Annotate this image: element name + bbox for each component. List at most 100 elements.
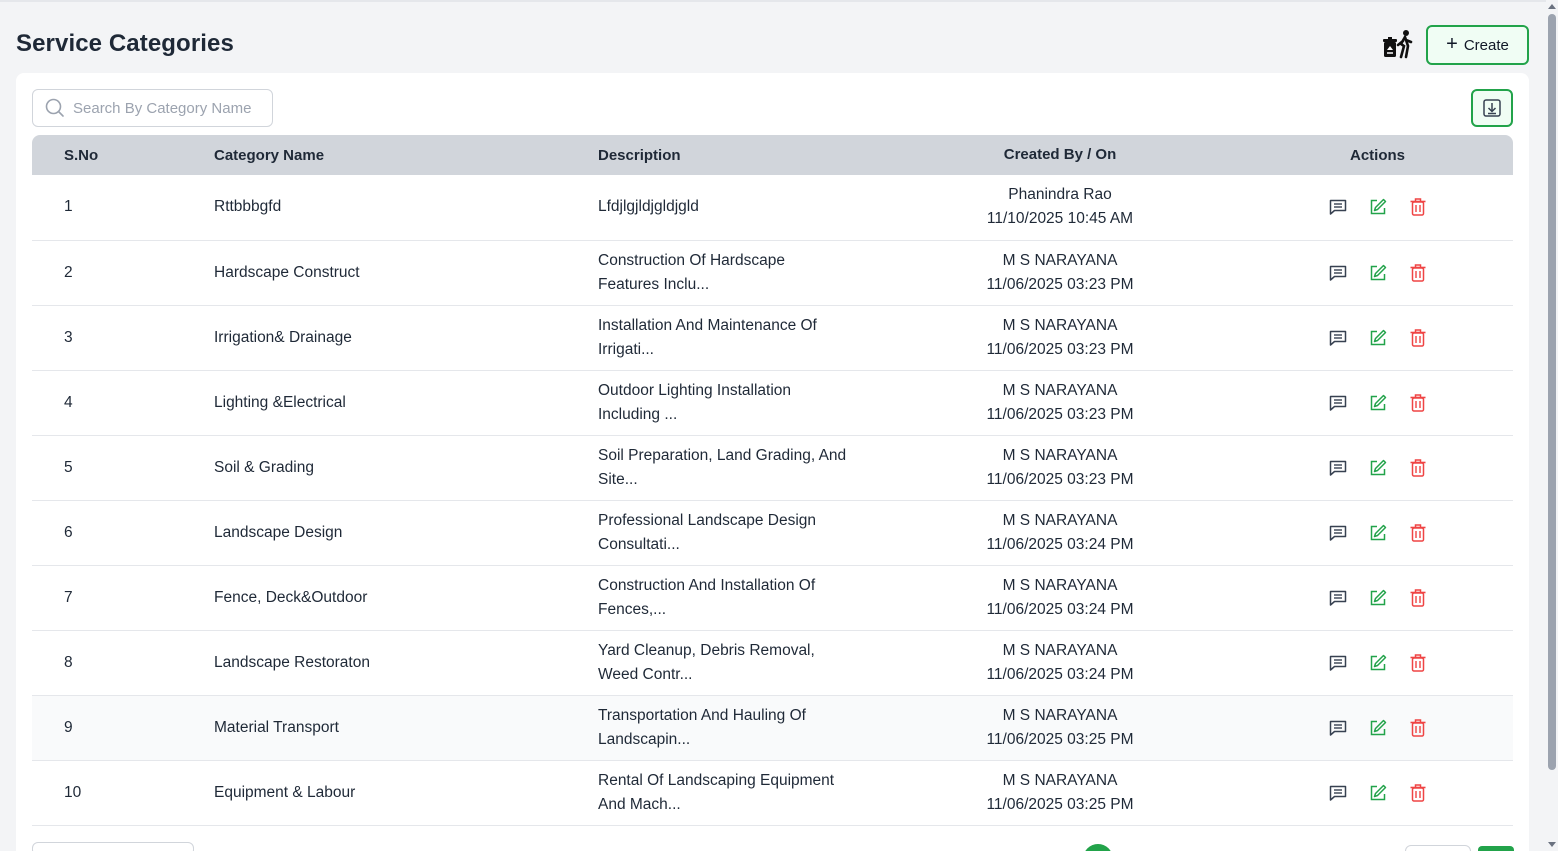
page-size-select[interactable] bbox=[32, 842, 194, 851]
comment-icon[interactable] bbox=[1327, 522, 1349, 544]
cell-actions bbox=[1242, 565, 1513, 630]
comment-icon[interactable] bbox=[1327, 717, 1349, 739]
created-by: M S NARAYANA bbox=[1002, 446, 1118, 464]
created-by: M S NARAYANA bbox=[1002, 381, 1118, 399]
created-on: 11/06/2025 03:25 PM bbox=[986, 795, 1134, 813]
recycle-bin-button[interactable] bbox=[1378, 28, 1418, 62]
delete-icon[interactable] bbox=[1407, 392, 1429, 414]
scroll-up-arrow-icon[interactable] bbox=[1548, 4, 1556, 9]
header-description: Description bbox=[598, 146, 681, 164]
create-button[interactable]: + Create bbox=[1426, 25, 1529, 65]
cell-sno: 10 bbox=[64, 783, 82, 801]
cell-category-name: Landscape Design bbox=[214, 523, 343, 541]
comment-icon[interactable] bbox=[1327, 327, 1349, 349]
cell-category-name: Fence, Deck&Outdoor bbox=[214, 588, 368, 606]
page-title: Service Categories bbox=[16, 30, 234, 57]
cell-actions bbox=[1242, 435, 1513, 500]
cell-sno: 3 bbox=[64, 328, 73, 346]
search-icon bbox=[45, 98, 64, 117]
cell-description: Construction And Installation Of Fences,… bbox=[598, 576, 816, 618]
delete-icon[interactable] bbox=[1407, 457, 1429, 479]
create-button-label: Create bbox=[1463, 36, 1509, 54]
edit-icon[interactable] bbox=[1367, 782, 1389, 804]
delete-icon[interactable] bbox=[1407, 652, 1429, 674]
cell-sno: 2 bbox=[64, 263, 73, 281]
created-on: 11/06/2025 03:23 PM bbox=[986, 405, 1134, 423]
cell-description: Soil Preparation, Land Grading, And Site… bbox=[598, 446, 847, 488]
edit-icon[interactable] bbox=[1367, 392, 1389, 414]
scrollbar-thumb[interactable] bbox=[1548, 14, 1556, 770]
cell-created: M S NARAYANA 11/06/2025 03:24 PM bbox=[878, 500, 1242, 565]
edit-icon[interactable] bbox=[1367, 587, 1389, 609]
cell-description: Rental Of Landscaping Equipment And Mach… bbox=[598, 771, 835, 813]
vertical-scrollbar[interactable] bbox=[1546, 0, 1558, 851]
table-row: 10 Equipment & Labour Rental Of Landscapin… bbox=[32, 760, 1513, 825]
header-actions: Actions bbox=[1349, 146, 1405, 164]
table-row: 8 Landscape Restoraton Yard Cleanup, Debri… bbox=[32, 630, 1513, 695]
categories-table: S.No Category Name Description Created B… bbox=[32, 135, 1513, 826]
table-row: 9 Material Transport Transportation And Ha… bbox=[32, 695, 1513, 760]
created-on: 11/06/2025 03:23 PM bbox=[986, 470, 1134, 488]
cell-actions bbox=[1242, 630, 1513, 695]
cell-created: M S NARAYANA 11/06/2025 03:23 PM bbox=[878, 240, 1242, 305]
comment-icon[interactable] bbox=[1327, 196, 1349, 218]
table-header-row: S.No Category Name Description Created B… bbox=[32, 135, 1513, 175]
cell-sno: 8 bbox=[64, 653, 73, 671]
cell-created: M S NARAYANA 11/06/2025 03:25 PM bbox=[878, 760, 1242, 825]
edit-icon[interactable] bbox=[1367, 457, 1389, 479]
cell-actions bbox=[1242, 240, 1513, 305]
cell-actions bbox=[1242, 175, 1513, 240]
cell-actions bbox=[1242, 500, 1513, 565]
scroll-down-arrow-icon[interactable] bbox=[1548, 842, 1556, 847]
cell-category-name: Landscape Restoraton bbox=[214, 653, 370, 671]
cell-description: Installation And Maintenance Of Irrigati… bbox=[598, 316, 817, 358]
cell-sno: 4 bbox=[64, 393, 73, 411]
edit-icon[interactable] bbox=[1367, 196, 1389, 218]
delete-icon[interactable] bbox=[1407, 262, 1429, 284]
pagination-control[interactable] bbox=[1405, 845, 1471, 851]
table-row: 5 Soil & Grading Soil Preparation, Land Gr… bbox=[32, 435, 1513, 500]
search-input[interactable] bbox=[73, 99, 263, 117]
edit-icon[interactable] bbox=[1367, 652, 1389, 674]
cell-sno: 1 bbox=[64, 198, 73, 216]
created-on: 11/06/2025 03:24 PM bbox=[986, 535, 1134, 553]
edit-icon[interactable] bbox=[1367, 522, 1389, 544]
comment-icon[interactable] bbox=[1327, 587, 1349, 609]
edit-icon[interactable] bbox=[1367, 262, 1389, 284]
cell-created: M S NARAYANA 11/06/2025 03:24 PM bbox=[878, 565, 1242, 630]
download-button[interactable] bbox=[1471, 89, 1513, 127]
table-row: 7 Fence, Deck&Outdoor Construction And Ins… bbox=[32, 565, 1513, 630]
comment-icon[interactable] bbox=[1327, 652, 1349, 674]
cell-description: Construction Of Hardscape Features Inclu… bbox=[598, 251, 785, 293]
cell-actions bbox=[1242, 695, 1513, 760]
cell-description: Professional Landscape Design Consultati… bbox=[598, 511, 816, 553]
cell-actions bbox=[1242, 370, 1513, 435]
cell-category-name: Material Transport bbox=[214, 718, 339, 736]
created-by: Phanindra Rao bbox=[1008, 186, 1112, 204]
top-border bbox=[0, 0, 1546, 2]
download-icon bbox=[1483, 99, 1501, 117]
delete-icon[interactable] bbox=[1407, 327, 1429, 349]
delete-icon[interactable] bbox=[1407, 522, 1429, 544]
cell-actions bbox=[1242, 305, 1513, 370]
pagination-next-button[interactable] bbox=[1478, 846, 1514, 851]
table-row: 6 Landscape Design Professional Landscape … bbox=[32, 500, 1513, 565]
comment-icon[interactable] bbox=[1327, 782, 1349, 804]
cell-created: M S NARAYANA 11/06/2025 03:25 PM bbox=[878, 695, 1242, 760]
created-by: M S NARAYANA bbox=[1002, 576, 1118, 594]
comment-icon[interactable] bbox=[1327, 392, 1349, 414]
created-by: M S NARAYANA bbox=[1002, 511, 1118, 529]
delete-icon[interactable] bbox=[1407, 782, 1429, 804]
comment-icon[interactable] bbox=[1327, 457, 1349, 479]
created-by: M S NARAYANA bbox=[1002, 641, 1118, 659]
created-on: 11/06/2025 03:23 PM bbox=[986, 340, 1134, 358]
search-box[interactable] bbox=[32, 89, 273, 127]
delete-icon[interactable] bbox=[1407, 717, 1429, 739]
delete-icon[interactable] bbox=[1407, 587, 1429, 609]
created-on: 11/06/2025 03:25 PM bbox=[986, 730, 1134, 748]
created-by: M S NARAYANA bbox=[1002, 251, 1118, 269]
edit-icon[interactable] bbox=[1367, 717, 1389, 739]
comment-icon[interactable] bbox=[1327, 262, 1349, 284]
edit-icon[interactable] bbox=[1367, 327, 1389, 349]
delete-icon[interactable] bbox=[1407, 196, 1429, 218]
